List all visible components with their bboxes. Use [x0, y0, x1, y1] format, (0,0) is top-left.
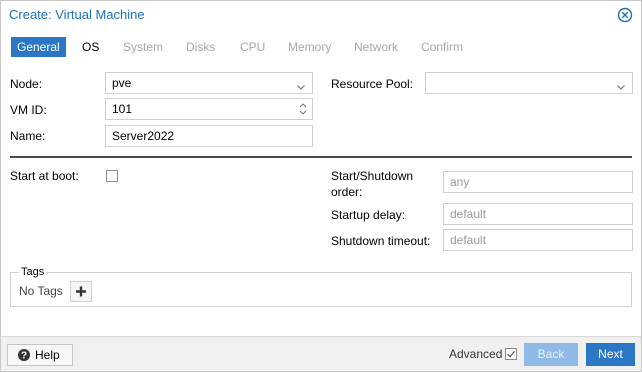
- tab-memory[interactable]: Memory: [282, 37, 337, 57]
- shutdown-timeout-label: Shutdown timeout:: [331, 234, 431, 248]
- startup-delay-placeholder: default: [450, 207, 487, 221]
- wizard-tabs: General OS System Disks CPU Memory Netwo…: [1, 35, 641, 59]
- advanced-label: Advanced: [449, 347, 503, 361]
- plus-icon: [76, 286, 86, 297]
- help-label: Help: [35, 348, 60, 362]
- chevron-down-icon[interactable]: [296, 78, 306, 90]
- shutdown-timeout-placeholder: default: [450, 233, 487, 247]
- vmid-field[interactable]: 101: [105, 98, 313, 120]
- svg-text:?: ?: [21, 351, 27, 362]
- name-label: Name:: [10, 129, 46, 143]
- order-label-line2: order:: [331, 185, 363, 199]
- dialog-titlebar: Create: Virtual Machine: [1, 1, 641, 29]
- name-field[interactable]: Server2022: [105, 125, 313, 147]
- advanced-checkbox[interactable]: [505, 348, 517, 360]
- vmid-label: VM ID:: [10, 103, 47, 117]
- startup-delay-field[interactable]: default: [443, 203, 633, 225]
- start-at-boot-checkbox[interactable]: [106, 170, 118, 182]
- node-label: Node:: [10, 77, 43, 91]
- name-value: Server2022: [112, 129, 175, 143]
- close-icon[interactable]: [617, 7, 633, 23]
- tab-cpu[interactable]: CPU: [234, 37, 271, 57]
- shutdown-timeout-field[interactable]: default: [443, 229, 633, 251]
- order-field[interactable]: any: [443, 171, 633, 193]
- section-divider: [10, 156, 632, 158]
- order-placeholder: any: [450, 175, 470, 189]
- tags-legend: Tags: [19, 266, 47, 278]
- tab-general[interactable]: General: [11, 37, 66, 57]
- vmid-value: 101: [112, 102, 133, 116]
- question-circle-icon: ?: [17, 348, 31, 362]
- tab-network[interactable]: Network: [348, 37, 404, 57]
- dialog-title: Create: Virtual Machine: [9, 7, 145, 22]
- create-vm-dialog: Create: Virtual Machine General OS Syste…: [0, 0, 642, 372]
- tags-value: No Tags: [19, 284, 63, 298]
- tab-system[interactable]: System: [117, 37, 169, 57]
- help-button[interactable]: ? Help: [7, 344, 73, 366]
- tab-disks[interactable]: Disks: [180, 37, 221, 57]
- order-label-line1: Start/Shutdown: [331, 169, 414, 183]
- node-value: pve: [112, 76, 132, 90]
- add-tag-button[interactable]: [70, 281, 92, 302]
- spinner-icon[interactable]: [298, 101, 308, 117]
- tab-confirm[interactable]: Confirm: [415, 37, 469, 57]
- next-button[interactable]: Next: [586, 343, 635, 366]
- resource-pool-select[interactable]: [425, 72, 633, 94]
- resource-pool-label: Resource Pool:: [331, 77, 414, 91]
- startup-delay-label: Startup delay:: [331, 208, 406, 222]
- chevron-down-icon[interactable]: [616, 78, 626, 90]
- tags-fieldset: [10, 272, 632, 307]
- node-select[interactable]: pve: [105, 72, 313, 94]
- tab-os[interactable]: OS: [76, 37, 105, 57]
- start-at-boot-label: Start at boot:: [10, 169, 79, 183]
- back-button[interactable]: Back: [524, 343, 578, 366]
- dialog-footer: ? Help Advanced Back Next: [1, 336, 641, 371]
- checkmark-icon: [505, 348, 517, 360]
